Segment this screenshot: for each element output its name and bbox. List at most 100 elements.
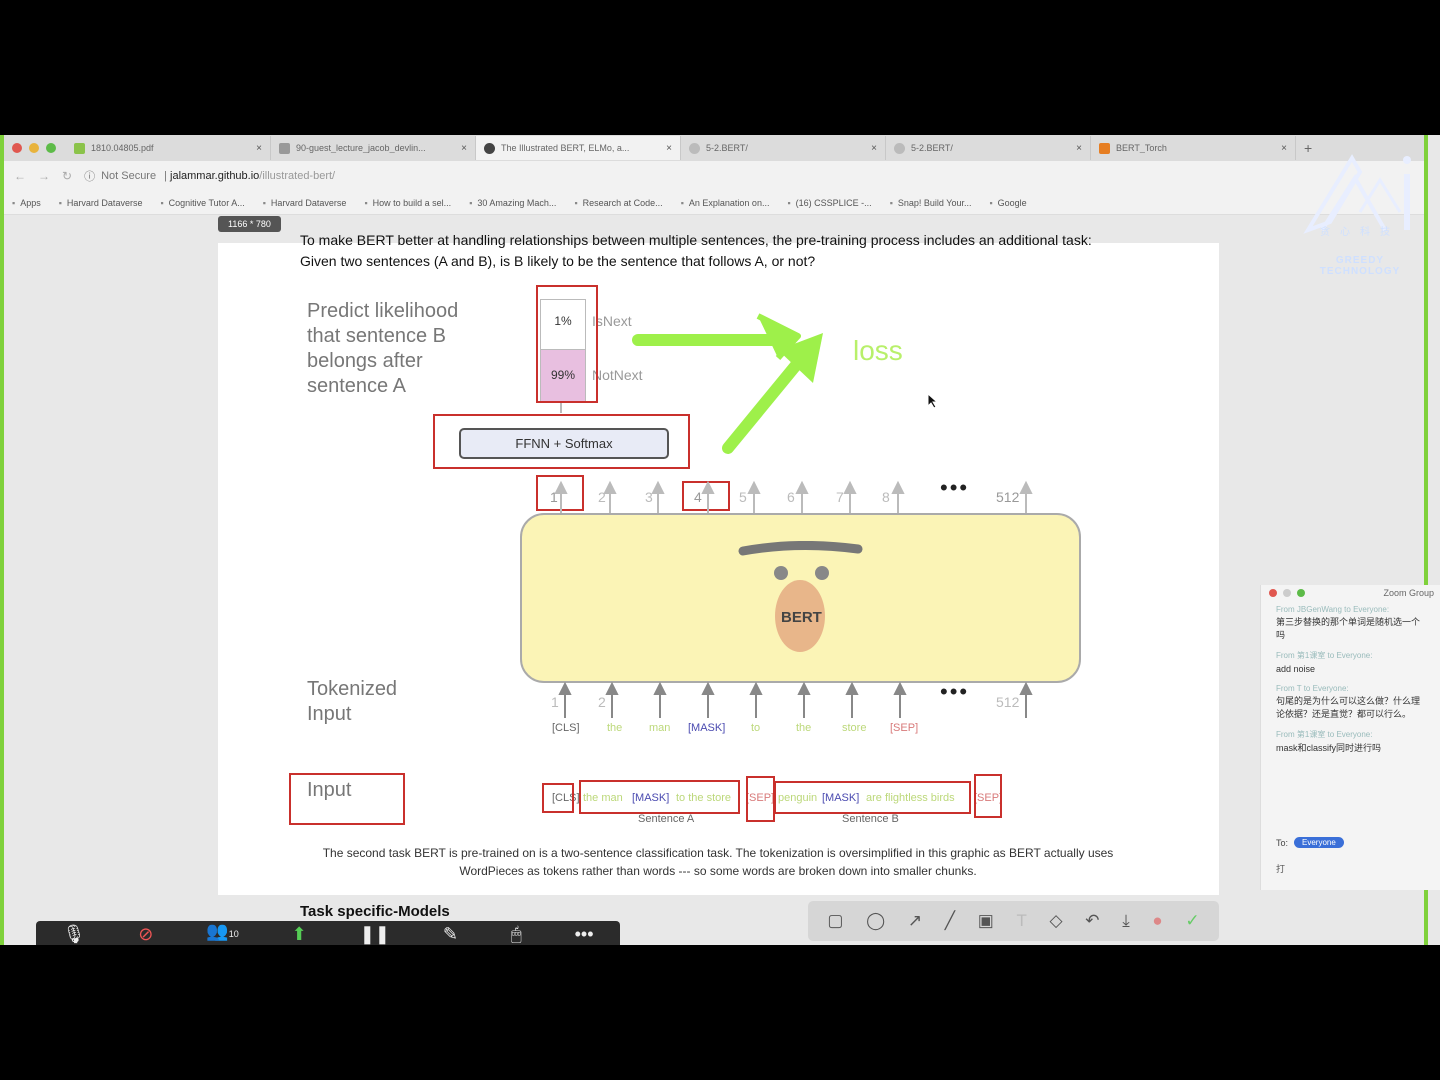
undo-icon[interactable]: ↶ (1085, 911, 1099, 931)
close-tab-icon[interactable]: × (461, 143, 467, 154)
maximize-window-icon[interactable] (46, 143, 56, 153)
bookmark-item[interactable]: An Explanation on... (681, 198, 770, 208)
remote-control-icon[interactable]: 🖱 (511, 923, 522, 945)
predict-likelihood-label: Predict likelihood that sentence B belon… (307, 299, 458, 399)
rectangle-tool-icon[interactable]: ▢ (827, 911, 843, 931)
label-line: Input (307, 703, 352, 725)
input-position: 2 (598, 694, 606, 710)
eraser-tool-icon[interactable]: ◇ (1050, 911, 1063, 931)
annotation-toolbar: ▢ ◯ ↗ ╱ ▣ T ◇ ↶ ⤓ ● ✓ (808, 901, 1219, 941)
annotate-icon[interactable]: ✎ (443, 923, 458, 945)
forward-icon[interactable]: → (38, 169, 50, 183)
video-off-icon[interactable]: ⊘ (138, 923, 153, 945)
chat-message: From T to Everyone: 句尾的是为什么可以这么做？什么理论依据？… (1261, 680, 1440, 725)
spotlight-tool-icon[interactable]: ▣ (978, 911, 994, 931)
more-icon[interactable]: ••• (575, 923, 594, 945)
annotation-box-sentence-b (774, 781, 971, 814)
participants-button[interactable]: 👥10 (206, 920, 238, 945)
done-icon[interactable]: ✓ (1185, 911, 1199, 931)
sentence-b-caption: Sentence B (842, 813, 899, 825)
chat-sender: From 第1课室 to Everyone: (1276, 651, 1373, 660)
maximize-window-icon[interactable] (1297, 589, 1305, 597)
participants-count: 10 (228, 929, 239, 939)
input-ellipsis: ••• (940, 679, 970, 704)
url-domain: jalammar.github.io (170, 170, 260, 182)
browser-tab[interactable]: 90-guest_lecture_jacob_devlin... × (271, 136, 476, 160)
mouse-cursor-icon (927, 393, 939, 409)
minimize-window-icon[interactable] (1283, 589, 1291, 597)
annotation-box-sep1 (746, 776, 775, 822)
bookmark-item[interactable]: (16) CSSPLICE -... (787, 198, 872, 208)
url-field[interactable]: | jalammar.github.io/illustrated-bert/ (164, 170, 335, 182)
close-tab-icon[interactable]: × (256, 143, 262, 154)
close-tab-icon[interactable]: × (1076, 143, 1082, 154)
token: to (751, 722, 761, 734)
token: [CLS] (552, 722, 580, 734)
output-arrows-icon (554, 403, 1033, 513)
zoom-meeting-toolbar: 🎙 ⊘ 👥10 ⬆ ❚❚ ✎ 🖱 ••• (36, 921, 620, 945)
token: store (842, 722, 867, 734)
token: man (649, 722, 671, 734)
close-tab-icon[interactable]: × (666, 143, 672, 154)
chat-text: mask和classify同时进行吗 (1276, 743, 1382, 753)
chat-input[interactable]: 打 (1276, 862, 1285, 875)
bookmarks-bar: Apps Harvard Dataverse Cognitive Tutor A… (4, 191, 1424, 215)
bert-label: BERT (781, 609, 822, 626)
input-position: 1 (551, 694, 559, 710)
browser-tab-active[interactable]: The Illustrated BERT, ELMo, a... × (476, 136, 681, 160)
close-tab-icon[interactable]: × (1281, 143, 1287, 154)
chat-message: From 第1课室 to Everyone: add noise (1261, 646, 1440, 680)
browser-tab[interactable]: BERT_Torch × (1091, 136, 1296, 160)
ellipse-tool-icon[interactable]: ◯ (866, 911, 885, 931)
chat-message: From 第1课室 to Everyone: mask和classify同时进行… (1261, 725, 1440, 759)
label-line: Predict likelihood (307, 300, 459, 322)
tab-favicon-icon (484, 142, 495, 154)
text-tool-icon[interactable]: T (1016, 911, 1026, 931)
pause-share-icon[interactable]: ❚❚ (360, 923, 390, 945)
back-icon[interactable]: ← (14, 169, 26, 183)
browser-tab[interactable]: 1810.04805.pdf × (66, 136, 271, 160)
close-tab-icon[interactable]: × (871, 143, 877, 154)
color-picker-icon[interactable]: ● (1152, 911, 1162, 931)
minimize-window-icon[interactable] (29, 143, 39, 153)
share-screen-icon[interactable]: ⬆ (292, 923, 307, 945)
bookmark-item[interactable]: Cognitive Tutor A... (160, 198, 245, 208)
address-bar: ← → ↻ ⓘ Not Secure | jalammar.github.io/… (4, 161, 1424, 191)
chat-recipient-select[interactable]: Everyone (1294, 837, 1344, 848)
label-line: belongs after (307, 350, 423, 372)
chat-text: 第三步替换的那个单词是随机选一个吗 (1276, 617, 1421, 640)
annotation-box-input (289, 773, 405, 825)
token-sep: [SEP] (890, 722, 919, 734)
browser-tab[interactable]: 5-2.BERT/ × (886, 136, 1091, 160)
chat-title: Zoom Group (1383, 588, 1434, 598)
tab-favicon-icon (894, 142, 905, 154)
bookmark-item[interactable]: 30 Amazing Mach... (469, 198, 556, 208)
tokenized-input-label: Tokenized Input (307, 677, 397, 727)
annotation-box-cls (542, 783, 574, 813)
bookmark-item[interactable]: Snap! Build Your... (890, 198, 972, 208)
save-icon[interactable]: ⤓ (1122, 911, 1130, 931)
microphone-icon[interactable]: 🎙 (62, 923, 85, 945)
tab-label: 1810.04805.pdf (91, 143, 154, 153)
info-icon[interactable]: ⓘ (84, 168, 95, 184)
close-window-icon[interactable] (12, 143, 22, 153)
bookmark-item[interactable]: Harvard Dataverse (59, 198, 143, 208)
bookmark-item[interactable]: Harvard Dataverse (263, 198, 347, 208)
close-window-icon[interactable] (1269, 589, 1277, 597)
reload-icon[interactable]: ↻ (62, 169, 72, 183)
chat-sender: From T to Everyone: (1276, 684, 1349, 693)
bookmark-item[interactable]: How to build a sel... (364, 198, 452, 208)
zoom-chat-panel: Zoom Group From JBGenWang to Everyone: 第… (1260, 585, 1440, 890)
bookmark-item[interactable]: Google (989, 198, 1027, 208)
arrow-tool-icon[interactable]: ↗ (908, 911, 922, 931)
chat-message: From JBGenWang to Everyone: 第三步替换的那个单词是随… (1261, 601, 1440, 646)
label-line: that sentence B (307, 325, 446, 347)
bookmark-item[interactable]: Research at Code... (574, 198, 663, 208)
screen-capture: 1810.04805.pdf × 90-guest_lecture_jacob_d… (0, 135, 1440, 945)
bookmark-item[interactable]: Apps (12, 198, 41, 208)
line-tool-icon[interactable]: ╱ (945, 911, 955, 931)
chat-sender: From 第1课室 to Everyone: (1276, 730, 1373, 739)
browser-tab[interactable]: 5-2.BERT/ × (681, 136, 886, 160)
window-controls (4, 143, 66, 153)
annotation-box-sep2 (974, 774, 1002, 818)
